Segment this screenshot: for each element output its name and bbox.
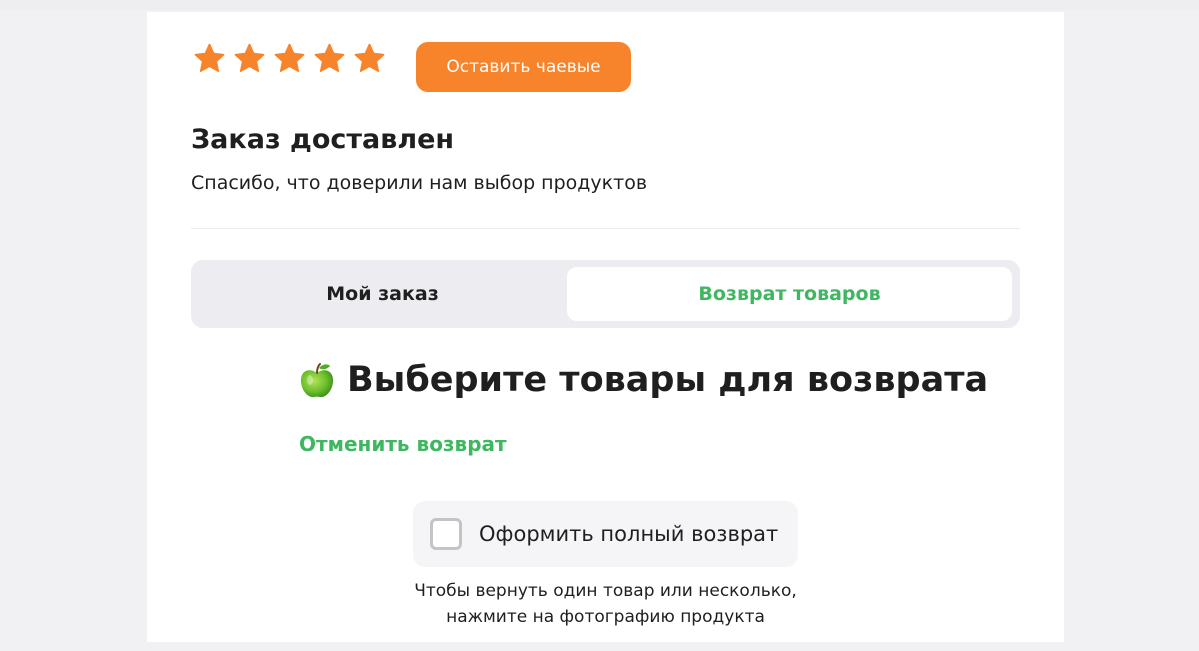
star-list	[193, 42, 386, 75]
full-return-checkbox[interactable]	[430, 518, 462, 550]
star-icon[interactable]	[233, 42, 266, 75]
top-strip	[0, 0, 1199, 10]
order-tabs: Мой заказ Возврат товаров	[191, 260, 1020, 328]
star-icon[interactable]	[313, 42, 346, 75]
return-heading-text: Выберите товары для возврата	[347, 360, 989, 400]
green-apple-icon	[299, 361, 335, 399]
order-status-title: Заказ доставлен	[191, 124, 455, 155]
order-card: Оставить чаевые Заказ доставлен Спасибо,…	[147, 12, 1064, 642]
divider	[191, 228, 1020, 229]
star-icon[interactable]	[353, 42, 386, 75]
return-hint: Чтобы вернуть один товар или несколько, …	[297, 578, 914, 630]
full-return-option[interactable]: Оформить полный возврат	[413, 501, 798, 567]
rating-stars	[193, 42, 386, 75]
star-icon[interactable]	[273, 42, 306, 75]
leave-tip-button[interactable]: Оставить чаевые	[416, 42, 631, 92]
tab-my-order[interactable]: Мой заказ	[198, 267, 567, 321]
full-return-label: Оформить полный возврат	[479, 522, 779, 546]
return-hint-line: нажмите на фотографию продукта	[446, 607, 765, 627]
order-status-subtitle: Спасибо, что доверили нам выбор продукто…	[191, 172, 648, 194]
return-hint-line: Чтобы вернуть один товар или несколько,	[414, 581, 797, 601]
cancel-return-link[interactable]: Отменить возврат	[299, 432, 507, 456]
star-icon[interactable]	[193, 42, 226, 75]
return-heading: Выберите товары для возврата	[299, 360, 988, 400]
tab-returns[interactable]: Возврат товаров	[567, 267, 1012, 321]
